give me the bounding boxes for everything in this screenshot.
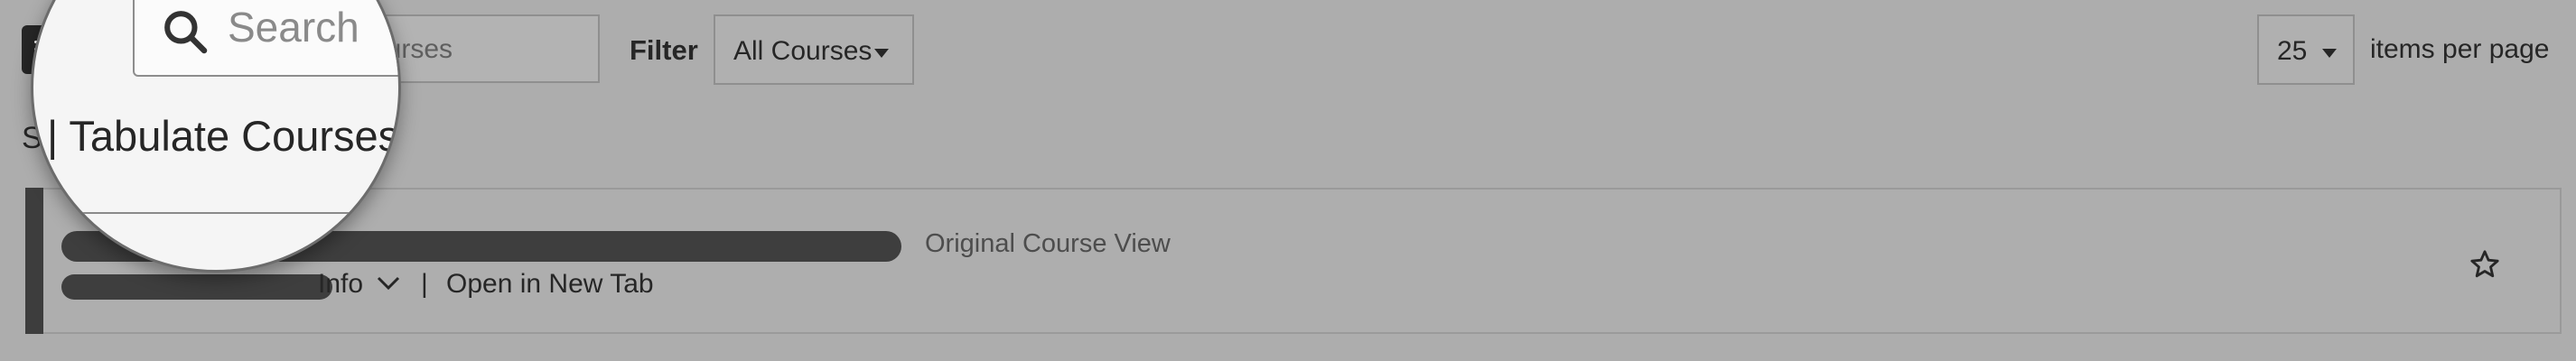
caret-down-icon [2322,49,2337,58]
magnified-divider [33,212,398,214]
magnified-search-placeholder: Search [228,4,359,51]
items-per-page-value: 25 [2277,36,2308,66]
filter-value: All Courses [733,36,873,66]
course-id-redacted [61,274,332,300]
open-in-new-tab-link[interactable]: Open in New Tab [446,269,654,300]
items-per-page-label: items per page [2370,34,2550,64]
chevron-down-icon[interactable] [376,274,401,292]
caret-down-icon [874,49,889,58]
star-icon[interactable] [2469,249,2500,280]
filter-select[interactable]: All Courses [714,14,914,85]
filter-label: Filter [630,34,698,66]
items-per-page-select[interactable]: 25 [2257,14,2355,85]
course-view-type: Original Course View [925,229,1171,258]
magnified-heading: | Tabulate Courses [47,112,400,160]
course-card-accent [25,188,43,334]
link-separator: | [421,269,428,299]
course-info-link[interactable]: Info [318,269,363,300]
search-icon [164,11,208,54]
